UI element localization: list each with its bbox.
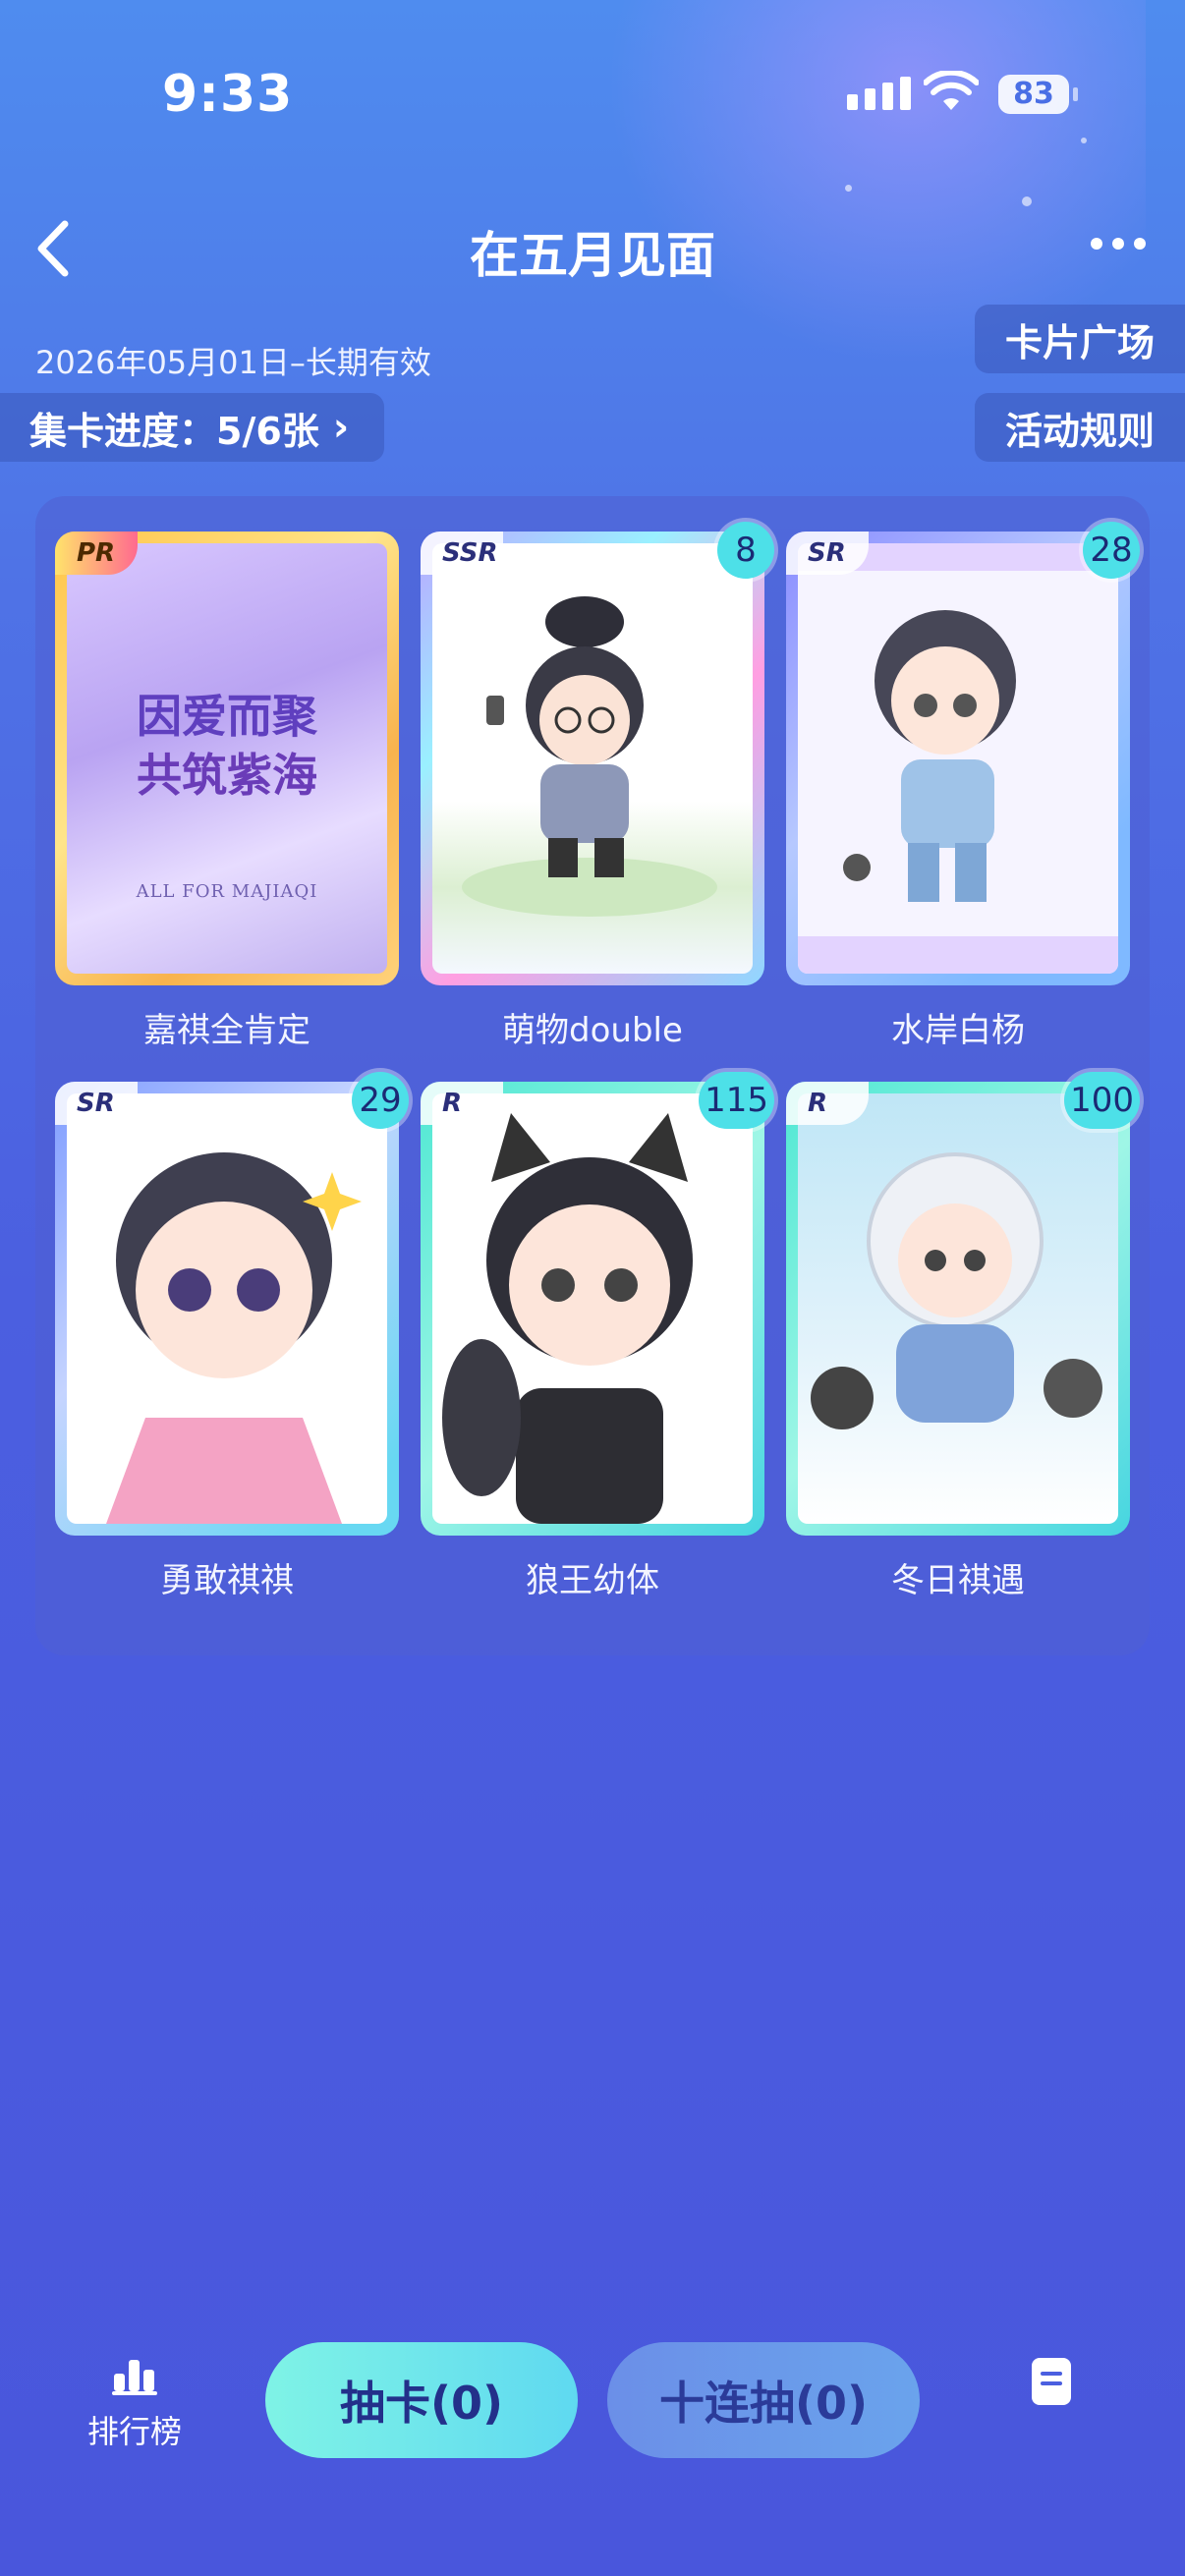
card-count-badge: 29 bbox=[352, 1072, 409, 1129]
card-frame: 因爱而聚 共筑紫海 ALL FOR MAJIAQI bbox=[55, 532, 399, 985]
card-name: 勇敢祺祺 bbox=[160, 1561, 294, 1600]
chibi-illustration bbox=[106, 1152, 362, 1524]
card-name: 狼王幼体 bbox=[526, 1561, 659, 1600]
records-document-icon[interactable] bbox=[1032, 2358, 1071, 2405]
rarity-badge: SR bbox=[55, 1082, 138, 1125]
rarity-badge: PR bbox=[55, 532, 138, 575]
cellular-signal-icon bbox=[847, 77, 911, 110]
card-frame bbox=[786, 1082, 1130, 1536]
card-art-slogan-1: 因爱而聚 bbox=[137, 690, 317, 743]
leaderboard-icon bbox=[112, 2360, 157, 2395]
event-date: 2026年05月01日–长期有效 bbox=[35, 344, 431, 381]
card-art bbox=[798, 543, 1118, 974]
status-bar: 9:33 83 bbox=[0, 0, 1185, 196]
card-item[interactable]: SR 28 bbox=[786, 522, 1140, 985]
card-count-badge: 115 bbox=[699, 1072, 774, 1129]
card-frame bbox=[421, 1082, 764, 1536]
draw-card-button[interactable]: 抽卡(0) bbox=[265, 2342, 578, 2458]
card-art bbox=[798, 1093, 1118, 1524]
card-count-badge: 28 bbox=[1083, 522, 1140, 579]
rarity-badge: SR bbox=[786, 532, 869, 575]
card-art bbox=[67, 1093, 387, 1524]
card-item[interactable]: R 115 bbox=[421, 1072, 774, 1536]
card-art-slogan-2: 共筑紫海 bbox=[137, 749, 317, 802]
rarity-badge: R bbox=[786, 1082, 869, 1125]
card-item[interactable]: R 100 bbox=[786, 1072, 1140, 1536]
card-frame bbox=[55, 1082, 399, 1536]
chibi-illustration bbox=[798, 543, 1118, 974]
chibi-illustration bbox=[811, 1152, 1102, 1429]
collection-progress-label: 集卡进度：5/6张 bbox=[29, 409, 319, 453]
rarity-badge: SSR bbox=[421, 532, 503, 575]
card-art-caption: ALL FOR MAJIAQI bbox=[136, 881, 318, 902]
more-options-icon[interactable] bbox=[1091, 238, 1146, 250]
activity-rules-button[interactable]: 活动规则 bbox=[975, 393, 1185, 462]
card-art bbox=[432, 543, 753, 974]
collection-progress-button[interactable]: 集卡进度：5/6张 › bbox=[0, 393, 385, 462]
card-name: 萌物double bbox=[502, 1011, 683, 1050]
card-name: 冬日祺遇 bbox=[891, 1561, 1025, 1600]
card-name: 水岸白杨 bbox=[891, 1011, 1025, 1050]
chevron-right-icon: › bbox=[332, 405, 350, 450]
card-item[interactable]: SR 29 bbox=[55, 1072, 409, 1536]
ten-draw-button[interactable]: 十连抽(0) bbox=[607, 2342, 920, 2458]
status-time: 9:33 bbox=[162, 65, 294, 124]
card-art: 因爱而聚 共筑紫海 ALL FOR MAJIAQI bbox=[67, 543, 387, 974]
card-frame bbox=[786, 532, 1130, 985]
card-collection-panel: 因爱而聚 共筑紫海 ALL FOR MAJIAQI PR 嘉祺全肯定 SSR 8… bbox=[35, 496, 1150, 1655]
sparkle-decoration bbox=[1022, 196, 1032, 206]
leaderboard-button[interactable]: 排行榜 bbox=[81, 2356, 189, 2452]
wifi-icon bbox=[924, 71, 979, 110]
battery-icon: 83 bbox=[998, 75, 1078, 114]
page-title: 在五月见面 bbox=[470, 227, 715, 284]
card-count-badge: 8 bbox=[717, 522, 774, 579]
card-art bbox=[432, 1093, 753, 1524]
card-plaza-button[interactable]: 卡片广场 bbox=[975, 305, 1185, 373]
card-frame bbox=[421, 532, 764, 985]
card-item[interactable]: SSR 8 bbox=[421, 522, 774, 985]
card-count-badge: 100 bbox=[1064, 1072, 1140, 1129]
card-item[interactable]: 因爱而聚 共筑紫海 ALL FOR MAJIAQI PR bbox=[55, 532, 399, 985]
card-name: 嘉祺全肯定 bbox=[143, 1011, 310, 1050]
rarity-badge: R bbox=[421, 1082, 503, 1125]
chibi-illustration bbox=[442, 1113, 693, 1524]
chibi-illustration bbox=[462, 596, 717, 917]
leaderboard-label: 排行榜 bbox=[86, 2413, 182, 2450]
